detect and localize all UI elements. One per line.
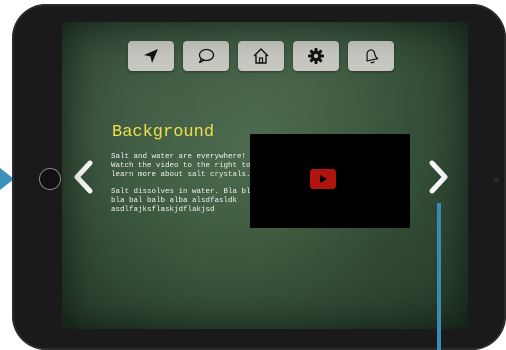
home-hardware-button[interactable] xyxy=(39,168,61,190)
top-toolbar xyxy=(128,41,394,71)
camera-dot xyxy=(494,178,499,183)
paragraph-dissolve: Salt dissolves in water. Bla bla bla bal… xyxy=(111,188,256,214)
chat-button[interactable] xyxy=(183,41,229,71)
navigate-button[interactable] xyxy=(128,41,174,71)
chevron-right-icon xyxy=(429,160,448,194)
gear-icon xyxy=(308,48,324,64)
body-text: Salt and water are everywhere! Watch the… xyxy=(111,153,257,223)
settings-button[interactable] xyxy=(293,41,339,71)
video-player[interactable] xyxy=(250,134,410,228)
annotation-line xyxy=(437,203,441,350)
home-button[interactable] xyxy=(238,41,284,71)
chevron-left-icon xyxy=(74,160,93,194)
home-icon xyxy=(253,48,269,64)
location-arrow-icon xyxy=(144,49,158,63)
next-page-button[interactable] xyxy=(428,160,450,194)
play-button[interactable] xyxy=(310,169,336,189)
app-screen: Background Salt and water are everywhere… xyxy=(62,22,468,329)
chat-bubble-icon xyxy=(198,48,215,64)
previous-page-button[interactable] xyxy=(72,160,94,194)
paragraph-intro: Salt and water are everywhere! Watch the… xyxy=(111,153,251,179)
notifications-button[interactable] xyxy=(348,41,394,71)
play-icon xyxy=(319,175,327,183)
bell-icon xyxy=(366,49,379,64)
page-title: Background xyxy=(112,123,215,142)
